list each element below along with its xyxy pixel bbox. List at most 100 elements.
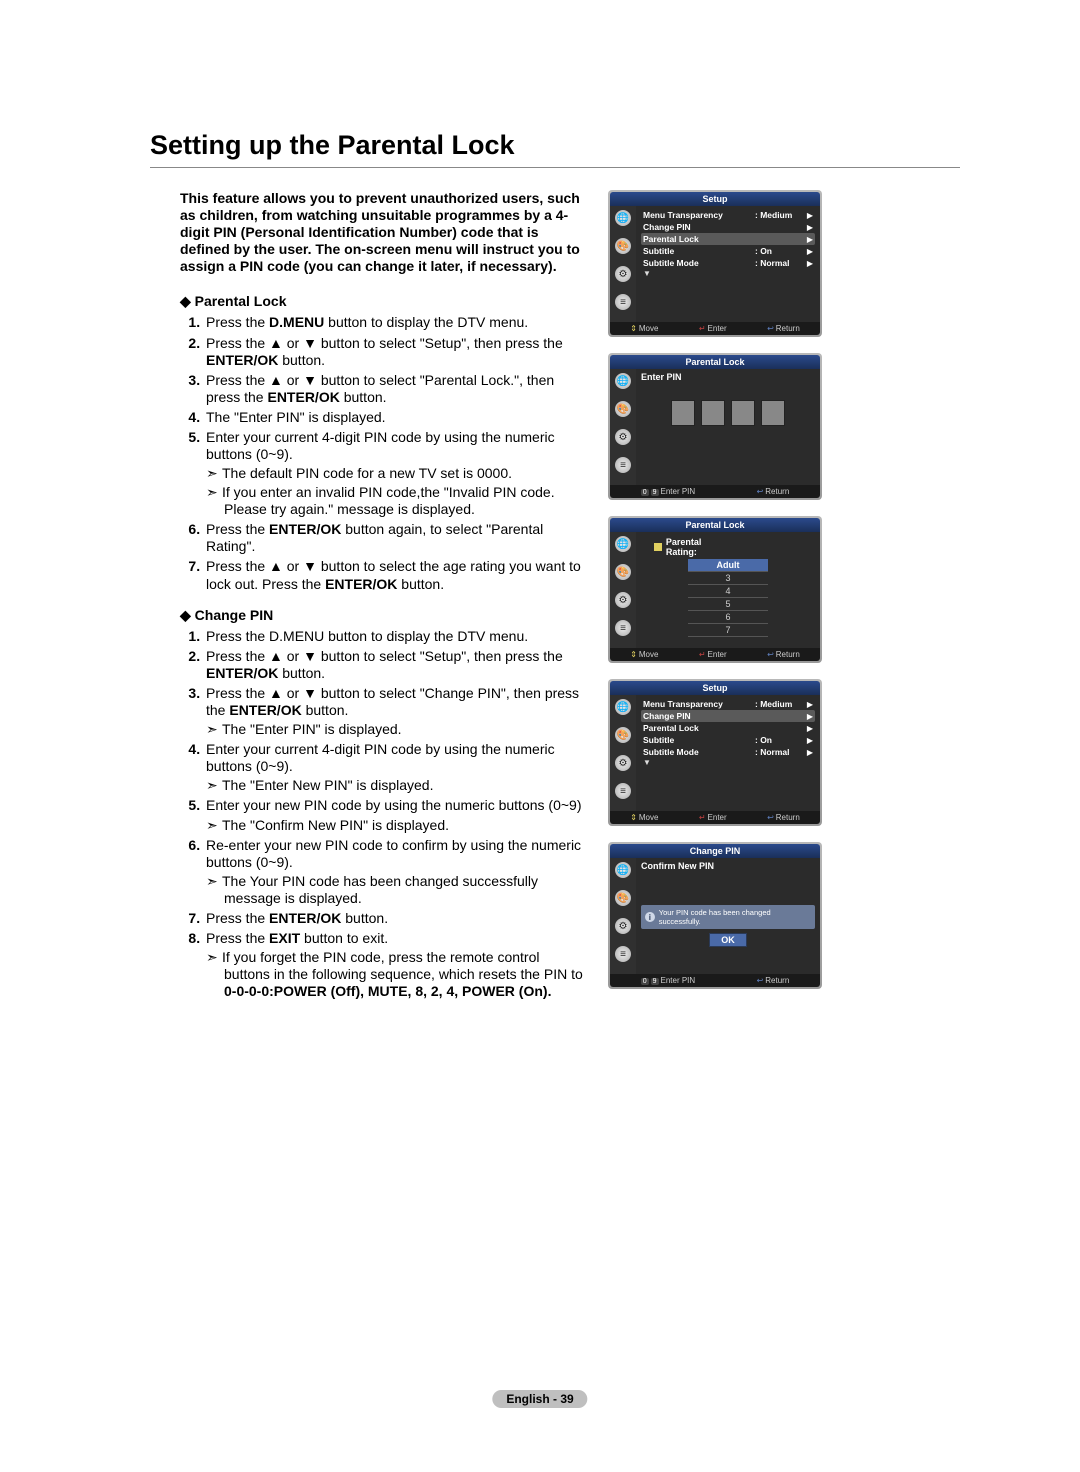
section-change-pin: ◆ Change PIN [180,607,586,624]
osd-title: Parental Lock [610,355,820,369]
pin-digit-box [761,400,785,426]
osd-menu-row: Menu Transparency: Medium▶ [641,209,815,221]
return-icon: ↩ [767,324,774,333]
osd-menu-row: Parental Lock▶ [641,233,815,245]
list-icon: ≡ [615,457,631,473]
info-icon: i [645,912,655,922]
osd-parental-rating: Parental Lock 🌐 🎨 ⚙ ≡ Parental Rating: A… [608,516,822,663]
diamond-icon: ◆ [180,293,191,309]
osd-icon-rail: 🌐 🎨 ⚙ ≡ [610,858,636,974]
title-rule [150,167,960,168]
osd-content: Parental Rating: Adult34567 [636,532,820,648]
osd-menu-row: Change PIN▶ [641,710,815,722]
osd-title: Setup [610,192,820,206]
num-icon: 9 [651,489,659,496]
num-icon: 0 [641,978,649,985]
step-b4: Enter your current 4-digit PIN code by u… [204,741,586,794]
rating-item: 5 [688,598,768,611]
enter-icon: ↵ [699,324,706,333]
osd-footer: ⇕Move ↵Enter ↩Return [610,322,820,335]
step-a6: Press the ENTER/OK button again, to sele… [204,521,586,555]
gear-icon: ⚙ [615,755,631,771]
steps-parental-lock: Press the D.MENU button to display the D… [180,314,586,592]
arrow-icon: ➣ [206,949,222,966]
step-a4: The "Enter PIN" is displayed. [204,409,586,426]
updown-icon: ⇕ [630,324,637,333]
globe-icon: 🌐 [615,699,631,715]
instructions-column: This feature allows you to prevent unaut… [150,190,586,1005]
step-b5: Enter your new PIN code by using the num… [204,797,586,833]
osd-footer: 09Enter PIN ↩Return [610,974,820,987]
pin-success-message: i Your PIN code has been changed success… [641,905,815,929]
osd-title: Change PIN [610,844,820,858]
osd-menu-row: Subtitle Mode: Normal▶ [641,746,815,758]
osd-menu-row: Change PIN▶ [641,221,815,233]
globe-icon: 🌐 [615,210,631,226]
pin-digit-box [701,400,725,426]
rating-item: 7 [688,624,768,637]
globe-icon: 🌐 [615,862,631,878]
updown-icon: ⇕ [630,813,637,822]
rating-item: Adult [688,559,768,572]
arrow-icon: ➣ [206,777,222,794]
osd-footer: ⇕Move ↵Enter ↩Return [610,648,820,661]
osd-icon-rail: 🌐 🎨 ⚙ ≡ [610,695,636,811]
return-icon: ↩ [767,650,774,659]
osd-setup-2: Setup 🌐 🎨 ⚙ ≡ Menu Transparency: Medium▶… [608,679,822,826]
confirm-new-pin-label: Confirm New PIN [641,861,815,871]
arrow-icon: ➣ [206,721,222,738]
globe-icon: 🌐 [615,373,631,389]
steps-change-pin: Press the D.MENU button to display the D… [180,628,586,1001]
osd-enter-pin: Parental Lock 🌐 🎨 ⚙ ≡ Enter PIN [608,353,822,500]
section-a-head: Parental Lock [195,293,287,309]
list-icon: ≡ [615,946,631,962]
arrow-icon: ➣ [206,484,222,501]
diamond-icon: ◆ [180,607,191,623]
ok-button: OK [709,933,747,947]
osd-footer: ⇕Move ↵Enter ↩Return [610,811,820,824]
osd-menu-list: Menu Transparency: Medium▶Change PIN▶Par… [636,206,820,322]
marker-icon [654,543,662,551]
step-b6: Re-enter your new PIN code to confirm by… [204,837,586,907]
arrow-icon: ➣ [206,817,222,834]
osd-change-pin: Change PIN 🌐 🎨 ⚙ ≡ Confirm New PIN i You… [608,842,822,989]
osd-footer: 09Enter PIN ↩Return [610,485,820,498]
return-icon: ↩ [757,487,764,496]
rating-item: 6 [688,611,768,624]
pin-entry-row [641,400,815,426]
osd-icon-rail: 🌐 🎨 ⚙ ≡ [610,206,636,322]
down-arrow-icon: ▼ [641,758,815,767]
osd-title: Setup [610,681,820,695]
gear-icon: ⚙ [615,918,631,934]
return-icon: ↩ [757,976,764,985]
osd-setup-1: Setup 🌐 🎨 ⚙ ≡ Menu Transparency: Medium▶… [608,190,822,337]
intro-text: This feature allows you to prevent unaut… [180,190,586,275]
gear-icon: ⚙ [615,429,631,445]
section-parental-lock: ◆ Parental Lock [180,293,586,310]
rating-list: Adult34567 [688,559,768,637]
osd-icon-rail: 🌐 🎨 ⚙ ≡ [610,532,636,648]
rating-item: 3 [688,572,768,585]
osd-icon-rail: 🌐 🎨 ⚙ ≡ [610,369,636,485]
osd-menu-row: Subtitle: On▶ [641,245,815,257]
num-icon: 9 [651,978,659,985]
palette-icon: 🎨 [615,564,631,580]
page-title: Setting up the Parental Lock [150,130,960,161]
step-a7: Press the ▲ or ▼ button to select the ag… [204,558,586,592]
osd-title: Parental Lock [610,518,820,532]
palette-icon: 🎨 [615,727,631,743]
pin-digit-box [671,400,695,426]
step-a5: Enter your current 4-digit PIN code by u… [204,429,586,518]
step-b8: Press the EXIT button to exit. ➣If you f… [204,930,586,1000]
palette-icon: 🎨 [615,401,631,417]
enter-pin-label: Enter PIN [641,372,815,382]
gear-icon: ⚙ [615,266,631,282]
arrow-icon: ➣ [206,465,222,482]
enter-icon: ↵ [699,813,706,822]
osd-menu-row: Menu Transparency: Medium▶ [641,698,815,710]
osd-menu-row: Subtitle: On▶ [641,734,815,746]
osd-content: Confirm New PIN i Your PIN code has been… [636,858,820,974]
num-icon: 0 [641,489,649,496]
list-icon: ≡ [615,620,631,636]
osd-menu-list: Menu Transparency: Medium▶Change PIN▶Par… [636,695,820,811]
